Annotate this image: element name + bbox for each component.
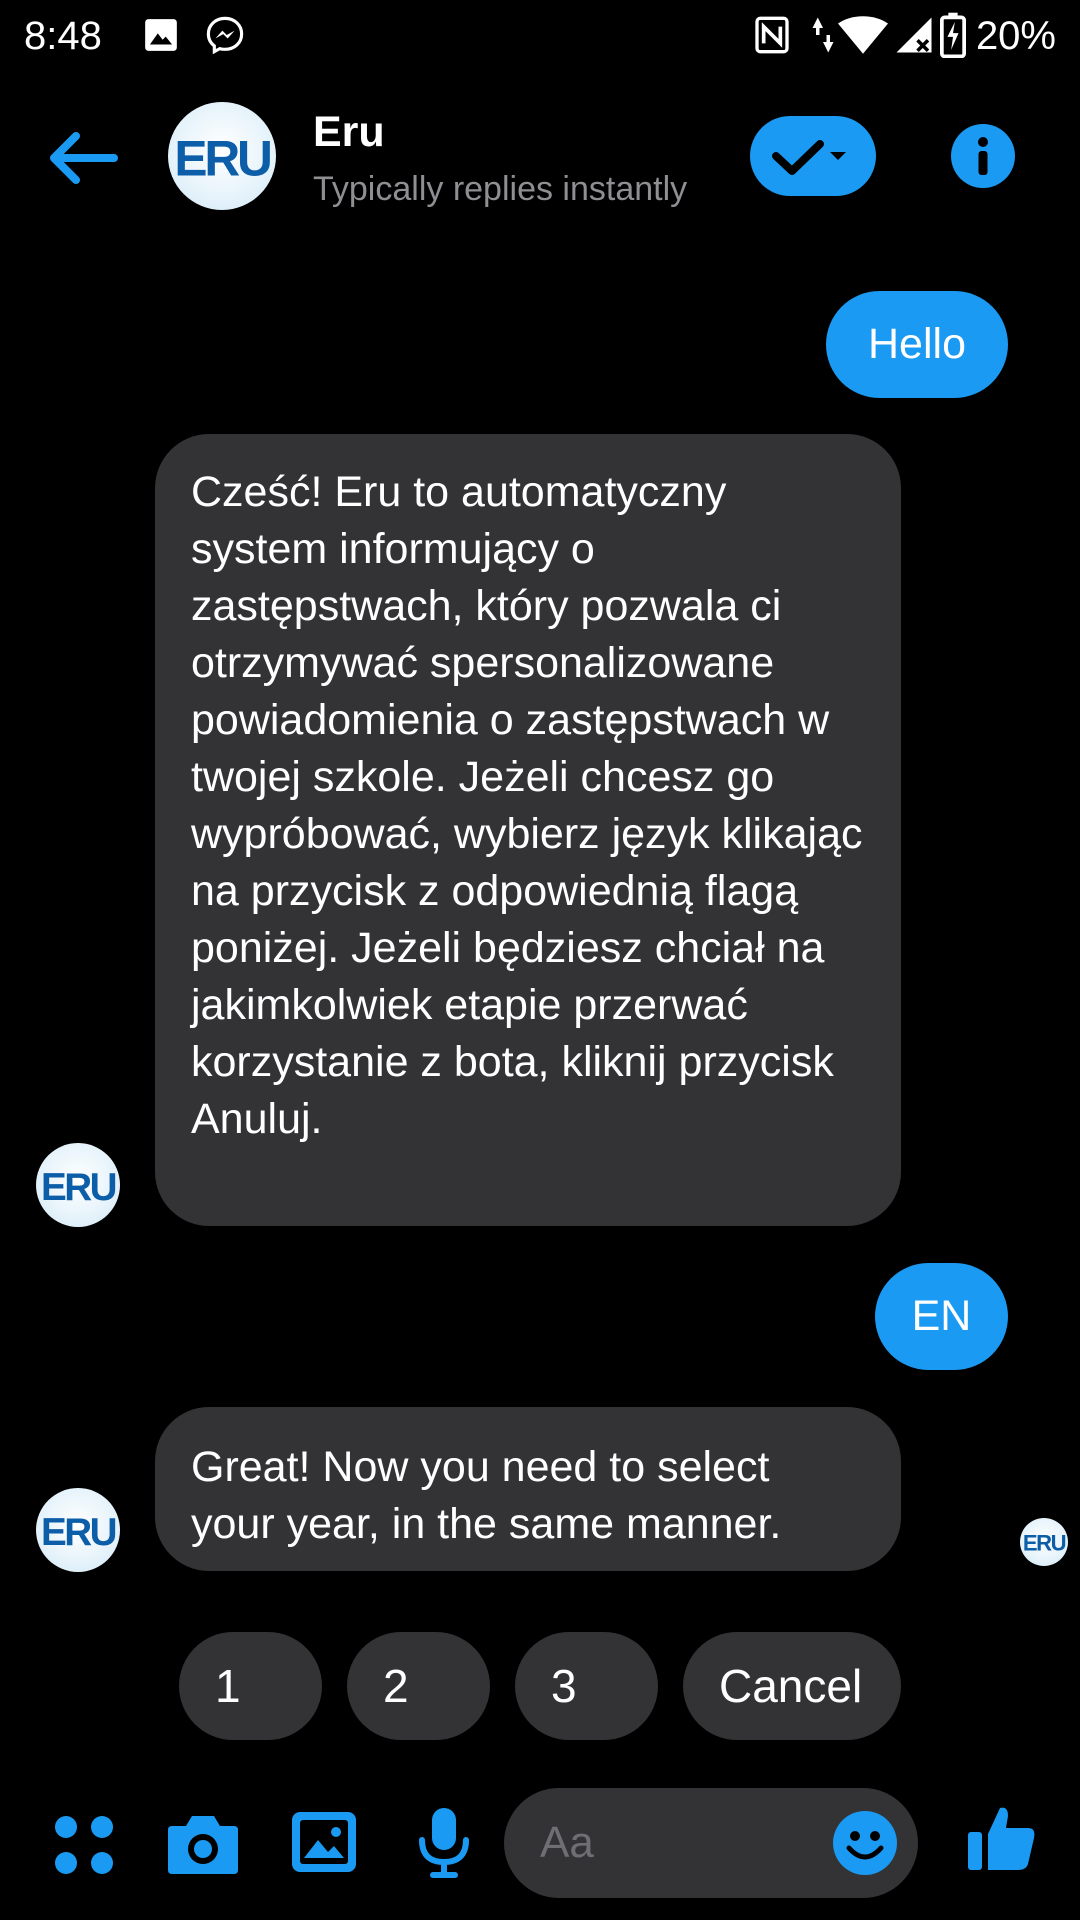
wifi-icon	[838, 16, 888, 54]
eru-logo-icon: ERU	[41, 1511, 118, 1554]
info-icon	[978, 137, 988, 175]
svg-text:ERU: ERU	[1023, 1531, 1066, 1556]
quick-reply-cancel[interactable]: Cancel	[683, 1632, 901, 1740]
quick-reply-3[interactable]: 3	[515, 1632, 658, 1740]
svg-text:ERU: ERU	[174, 130, 270, 186]
message-text: Great! Now you need to select your year,…	[191, 1443, 782, 1548]
eru-logo-icon: ERU	[174, 130, 273, 186]
message-text: Cześć! Eru to automatyczny system inform…	[191, 468, 863, 1143]
seen-receipt-avatar: ERU	[1020, 1518, 1068, 1566]
info-button[interactable]	[951, 124, 1015, 188]
gallery-photo-icon[interactable]	[290, 1810, 358, 1874]
nfc-icon	[755, 16, 789, 54]
subscribe-check-button[interactable]	[750, 116, 876, 196]
svg-text:ERU: ERU	[41, 1511, 116, 1554]
back-arrow-icon[interactable]	[44, 128, 120, 188]
eru-logo-icon: ERU	[41, 1166, 118, 1209]
quick-reply-1[interactable]: 1	[179, 1632, 322, 1740]
camera-icon[interactable]	[166, 1810, 240, 1876]
emoji-icon[interactable]	[832, 1810, 898, 1876]
message-text: EN	[911, 1292, 972, 1340]
bot-avatar[interactable]: ERU	[36, 1488, 120, 1572]
message-incoming[interactable]: Cześć! Eru to automatyczny system inform…	[155, 434, 901, 1226]
contact-status: Typically replies instantly	[313, 170, 688, 208]
battery-charging-icon	[940, 12, 966, 58]
messenger-icon	[206, 16, 244, 55]
message-incoming[interactable]: Great! Now you need to select your year,…	[155, 1407, 901, 1571]
status-time: 8:48	[24, 14, 102, 58]
more-actions-icon[interactable]	[52, 1813, 116, 1877]
svg-text:ERU: ERU	[41, 1166, 116, 1209]
contact-avatar[interactable]: ERU	[168, 102, 276, 210]
quick-reply-2[interactable]: 2	[347, 1632, 490, 1740]
gallery-icon	[145, 19, 177, 51]
message-text: Hello	[868, 320, 966, 368]
bot-avatar[interactable]: ERU	[36, 1143, 120, 1227]
message-input-placeholder: Aa	[540, 1818, 594, 1867]
cell-signal-icon	[896, 17, 932, 53]
battery-percentage: 20%	[975, 14, 1056, 58]
check-dropdown-icon	[772, 140, 846, 175]
message-input[interactable]: Aa	[504, 1788, 918, 1898]
status-bar: 8:48 20%	[0, 0, 1080, 72]
message-outgoing[interactable]: Hello	[826, 291, 1008, 398]
data-arrows-icon	[812, 17, 834, 53]
thumbs-up-icon[interactable]	[966, 1802, 1038, 1874]
conversation-header: ERU Eru Typically replies instantly	[0, 100, 1080, 220]
contact-name[interactable]: Eru	[313, 106, 385, 158]
message-outgoing[interactable]: EN	[875, 1263, 1008, 1370]
microphone-icon[interactable]	[416, 1806, 472, 1880]
eru-logo-icon: ERU	[1023, 1531, 1067, 1556]
